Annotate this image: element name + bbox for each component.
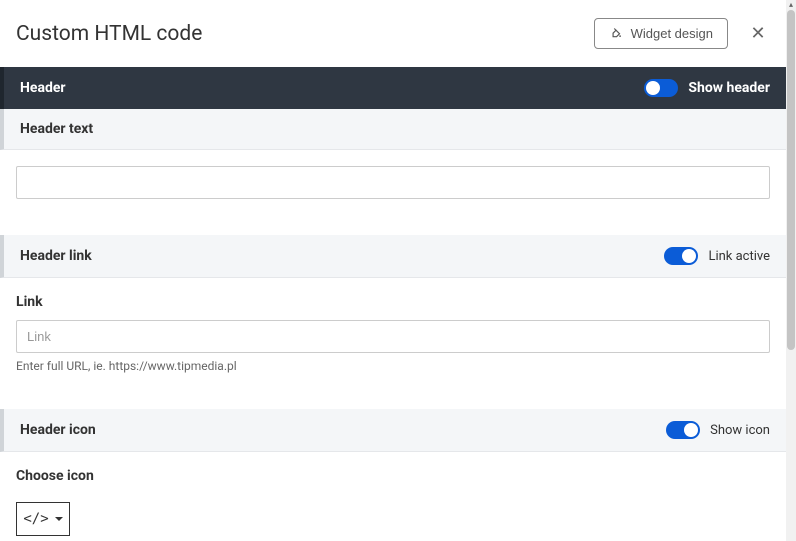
widget-design-button[interactable]: Widget design	[594, 18, 728, 49]
show-header-label: Show header	[688, 80, 770, 96]
header-text-input[interactable]	[16, 166, 770, 199]
choose-icon-label: Choose icon	[16, 468, 770, 484]
header-section-bar: Header Show header	[0, 67, 786, 109]
vertical-scrollbar[interactable]: ▴	[786, 0, 796, 541]
show-header-toggle[interactable]	[644, 79, 678, 97]
scrollbar-thumb[interactable]	[787, 10, 795, 350]
header-link-bar: Header link Link active	[0, 235, 786, 278]
header-text-bar: Header text	[0, 109, 786, 150]
header-section-title: Header	[20, 80, 66, 96]
chevron-down-icon	[55, 517, 63, 521]
page-title: Custom HTML code	[16, 22, 202, 46]
show-icon-toggle[interactable]	[666, 421, 700, 439]
paint-bucket-icon	[609, 25, 623, 42]
link-input[interactable]	[16, 320, 770, 353]
header-icon-block: Choose icon </>	[0, 452, 786, 541]
link-active-toggle[interactable]	[664, 247, 698, 265]
header-text-title: Header text	[20, 121, 93, 137]
header-link-title: Header link	[20, 248, 92, 264]
close-button[interactable]: ✕	[746, 22, 770, 46]
link-field-label: Link	[16, 294, 770, 310]
icon-picker[interactable]: </>	[16, 502, 70, 536]
close-icon: ✕	[750, 23, 765, 44]
header-text-block	[0, 150, 786, 215]
link-active-label: Link active	[708, 249, 770, 264]
scroll-up-arrow[interactable]: ▴	[786, 0, 796, 10]
code-icon: </>	[23, 511, 48, 527]
header-icon-bar: Header icon Show icon	[0, 409, 786, 452]
header-icon-title: Header icon	[20, 422, 96, 438]
widget-design-label: Widget design	[631, 26, 713, 41]
top-bar: Custom HTML code Widget design ✕	[0, 0, 786, 67]
show-icon-label: Show icon	[710, 423, 770, 438]
header-link-block: Link Enter full URL, ie. https://www.tip…	[0, 278, 786, 389]
top-right-controls: Widget design ✕	[594, 18, 770, 49]
link-hint: Enter full URL, ie. https://www.tipmedia…	[16, 359, 770, 373]
